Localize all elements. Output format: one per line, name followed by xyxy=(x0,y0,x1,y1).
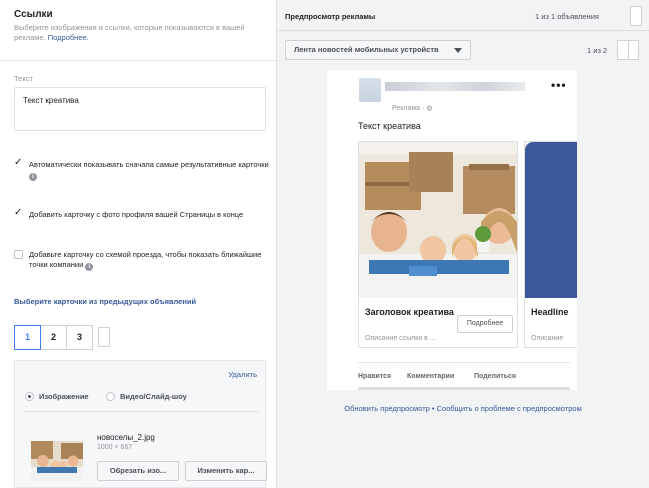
preview-header-divider xyxy=(277,30,649,31)
placement-dropdown[interactable]: Лента новостей мобильных устройств xyxy=(285,40,471,60)
file-dimensions: 1000 × 667 xyxy=(97,444,133,451)
share-action[interactable]: Поделиться xyxy=(474,373,516,380)
preview-actions-divider xyxy=(358,362,570,363)
carousel-card-1-description: Описание ссылки в ... xyxy=(365,335,436,342)
carousel-card-2-description: Описание xyxy=(531,335,564,342)
page-name-blurred xyxy=(385,82,525,91)
video-radio-label: Видео/Слайд-шоу xyxy=(120,392,187,401)
ad-nav-button[interactable] xyxy=(630,6,642,26)
delete-card-link[interactable]: Удалить xyxy=(228,370,257,379)
learn-more-button[interactable]: Подробнее xyxy=(457,315,513,333)
profile-card-label: Добавить карточку с фото профиля вашей С… xyxy=(29,210,244,219)
more-options-icon[interactable]: ••• xyxy=(551,78,567,92)
preview-scrollbar[interactable] xyxy=(358,387,570,390)
primary-text-input[interactable]: Текст креатива xyxy=(14,87,266,131)
crop-image-button[interactable]: Обрезать изо... xyxy=(97,461,179,481)
carousel-card-2-headline: Headline xyxy=(531,307,569,317)
chevron-down-icon xyxy=(454,48,462,53)
sponsored-label: Реклама · xyxy=(392,105,427,112)
ad-preview: Реклама · ◍ ••• Текст креатива Заголовок… xyxy=(327,70,577,390)
carousel-card-2[interactable]: Headline Описание xyxy=(524,141,577,348)
card-tab-3[interactable]: 3 xyxy=(66,325,93,350)
image-radio-label: Изображение xyxy=(39,392,89,401)
like-action[interactable]: Нравится xyxy=(358,373,391,380)
image-radio[interactable] xyxy=(25,392,34,401)
carousel-card-1-image xyxy=(359,142,517,298)
card-tab-1[interactable]: 1 xyxy=(14,325,41,350)
comment-action[interactable]: Комментарии xyxy=(407,373,454,380)
globe-icon: ◍ xyxy=(426,105,433,112)
placement-value: Лента новостей мобильных устройств xyxy=(294,45,439,54)
card-tab-2[interactable]: 2 xyxy=(40,325,67,350)
card-tabs: 1 2 3 xyxy=(14,325,110,350)
ad-primary-text: Текст креатива xyxy=(358,121,421,131)
map-card-checkbox[interactable] xyxy=(14,250,23,259)
page-avatar xyxy=(359,78,381,102)
auto-order-label: Автоматически показывать сначала самые р… xyxy=(29,160,269,169)
carousel-card-1[interactable]: Заголовок креатива Подробнее Описание сс… xyxy=(358,141,518,348)
profile-card-checkbox[interactable] xyxy=(14,207,23,219)
file-name: новоселы_2.jpg xyxy=(97,433,155,442)
previous-cards-link[interactable]: Выберите карточки из предыдущих объявлен… xyxy=(14,297,196,306)
primary-text-value: Текст креатива xyxy=(23,96,79,105)
preview-page-count: 1 из 2 xyxy=(587,46,608,55)
change-card-button[interactable]: Изменить кар... xyxy=(185,461,267,481)
info-icon[interactable]: i xyxy=(85,263,94,271)
carousel-card-2-image xyxy=(525,142,577,298)
preview-pager-buttons[interactable] xyxy=(617,40,639,60)
preview-footer: Обновить предпросмотр • Сообщить о пробл… xyxy=(277,404,649,413)
preview-title: Предпросмотр рекламы xyxy=(285,12,376,21)
ad-count: 1 из 1 объявления xyxy=(535,12,599,21)
panel-divider xyxy=(23,411,259,412)
map-card-label: Добавьте карточку со схемой проезда, что… xyxy=(29,250,262,269)
auto-order-checkbox[interactable] xyxy=(14,157,23,169)
learn-more-link[interactable]: Подробнее. xyxy=(48,33,89,42)
refresh-preview-link[interactable]: Обновить предпросмотр xyxy=(344,404,430,413)
left-panel: Ссылки Выберите изображения и ссылки, ко… xyxy=(0,0,276,488)
card-editor: Удалить Изображение Видео/Слайд-шоу ново… xyxy=(14,360,267,488)
section-title: Ссылки xyxy=(14,9,53,20)
carousel-card-1-headline: Заголовок креатива xyxy=(365,307,454,317)
card-image-thumbnail xyxy=(31,441,83,481)
report-problem-link[interactable]: Сообщить о проблеме с предпросмотром xyxy=(437,404,582,413)
preview-panel: Предпросмотр рекламы 1 из 1 объявления Л… xyxy=(277,0,649,488)
text-field-label: Текст xyxy=(14,74,33,83)
section-divider xyxy=(0,60,276,61)
footer-separator: • xyxy=(429,404,437,413)
add-card-button[interactable] xyxy=(98,327,110,347)
info-icon[interactable]: i xyxy=(29,173,37,181)
video-radio[interactable] xyxy=(106,392,115,401)
section-description: Выберите изображения и ссылки, которые п… xyxy=(14,23,245,42)
